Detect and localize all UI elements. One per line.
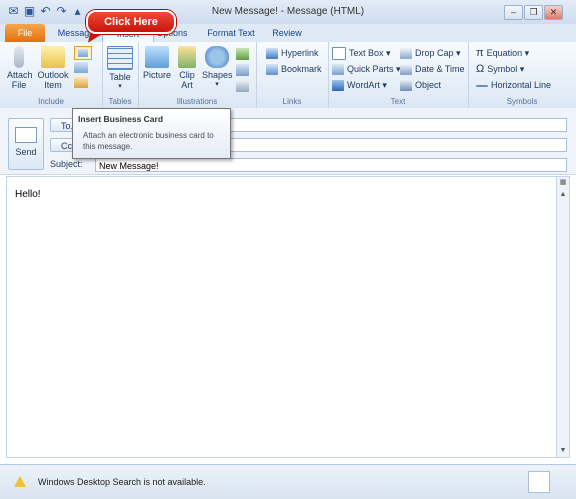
picture-icon xyxy=(145,46,169,68)
tooltip-body: Attach an electronic business card to th… xyxy=(83,131,214,151)
click-here-callout: Click Here xyxy=(86,10,176,34)
business-card-button[interactable] xyxy=(74,46,92,60)
restore-icon[interactable]: ❐ xyxy=(524,5,543,20)
symbol-label: Symbol xyxy=(487,64,518,74)
ruler-icon[interactable]: ▦ xyxy=(557,177,569,189)
paperclip-icon xyxy=(14,46,24,68)
table-label: Table xyxy=(109,72,131,82)
send-label: Send xyxy=(15,147,37,157)
warning-icon xyxy=(14,476,26,487)
shapes-button[interactable]: Shapes ▾ xyxy=(202,46,233,88)
tab-format-text[interactable]: Format Text xyxy=(200,24,262,42)
tooltip-title: Insert Business Card xyxy=(78,114,164,124)
scroll-down-icon[interactable]: ▼ xyxy=(557,445,569,457)
text-box-button[interactable]: Text Box ▾ xyxy=(332,46,391,61)
calendar-icon[interactable] xyxy=(74,62,88,73)
include-group-label: Include xyxy=(38,97,64,106)
table-button[interactable]: Table ▾ xyxy=(105,46,135,90)
symbol-button[interactable]: Ω Symbol ▾ xyxy=(476,62,524,76)
date-time-label: Date & Time xyxy=(415,64,465,74)
text-box-label: Text Box xyxy=(349,48,384,58)
symbols-group-label: Symbols xyxy=(506,97,538,106)
status-text: Windows Desktop Search is not available. xyxy=(38,477,206,487)
bookmark-icon xyxy=(266,64,278,76)
horizontal-line-label: Horizontal Line xyxy=(491,80,552,90)
object-label: Object xyxy=(415,80,442,90)
hyperlink-label: Hyperlink xyxy=(281,48,319,58)
picture-label: Picture xyxy=(142,70,171,80)
quick-parts-button[interactable]: Quick Parts ▾ xyxy=(332,62,401,76)
calendar-clock-icon xyxy=(400,64,412,76)
subject-field[interactable]: New Message! xyxy=(95,158,567,172)
tab-review[interactable]: Review xyxy=(266,24,308,42)
vertical-scrollbar[interactable]: ▦ ▲ ▼ xyxy=(556,176,570,458)
shapes-icon xyxy=(205,46,229,68)
attach-file-button[interactable]: Attach File xyxy=(4,46,34,90)
drop-cap-label: Drop Cap xyxy=(415,48,454,58)
attach-file-label: Attach File xyxy=(7,70,33,90)
wordart-icon xyxy=(332,80,344,92)
group-symbols: π Equation ▾ Ω Symbol ▾ Horizontal Line Sy… xyxy=(468,42,576,108)
group-illustrations: Picture Clip Art Shapes ▾ Illustrations xyxy=(138,42,257,108)
object-icon xyxy=(400,80,412,92)
close-icon[interactable]: ✕ xyxy=(544,5,563,20)
send-envelope-icon xyxy=(15,127,37,143)
links-group-label: Links xyxy=(282,97,302,106)
outlook-item-label: Outlook Item xyxy=(37,70,69,90)
send-button[interactable]: Send xyxy=(8,118,44,170)
globe-link-icon xyxy=(266,48,278,60)
smartart-icon[interactable] xyxy=(236,48,249,60)
group-links: Hyperlink Bookmark Links xyxy=(256,42,329,108)
wordart-label: WordArt xyxy=(347,80,380,90)
drop-cap-icon xyxy=(400,48,412,60)
business-card-icon xyxy=(78,49,88,57)
pi-icon: π xyxy=(476,47,484,59)
text-box-icon xyxy=(332,47,346,61)
tab-file[interactable]: File xyxy=(5,24,45,42)
illustrations-group-label: Illustrations xyxy=(176,97,218,106)
bookmark-label: Bookmark xyxy=(281,64,322,74)
scroll-up-icon[interactable]: ▲ xyxy=(557,189,569,201)
bookmark-button[interactable]: Bookmark xyxy=(266,62,322,76)
group-include: Attach File Outlook Item Include xyxy=(0,42,103,108)
omega-icon: Ω xyxy=(476,63,485,75)
equation-button[interactable]: π Equation ▾ xyxy=(476,46,529,60)
signature-icon[interactable] xyxy=(74,77,88,88)
horizontal-line-icon xyxy=(476,84,488,87)
clip-art-button[interactable]: Clip Art xyxy=(176,46,198,90)
wordart-button[interactable]: WordArt ▾ xyxy=(332,78,387,92)
envelope-icon xyxy=(41,46,65,68)
status-bar: Windows Desktop Search is not available. xyxy=(0,464,576,499)
people-pane-icon[interactable] xyxy=(528,471,550,493)
object-button[interactable]: Object xyxy=(400,78,441,92)
date-time-button[interactable]: Date & Time xyxy=(400,62,465,76)
group-tables: Table ▾ Tables xyxy=(102,42,139,108)
message-body[interactable]: Hello! xyxy=(6,176,557,458)
outlook-item-button[interactable]: Outlook Item xyxy=(36,46,70,90)
chart-icon[interactable] xyxy=(236,64,249,76)
subject-label: Subject: xyxy=(50,159,83,169)
ribbon: Attach File Outlook Item Include Table ▾… xyxy=(0,42,576,109)
text-group-label: Text xyxy=(390,97,406,106)
clip-art-label: Clip Art xyxy=(179,70,195,90)
business-card-tooltip: Insert Business Card Attach an electroni… xyxy=(72,108,231,159)
quick-parts-icon xyxy=(332,64,344,76)
horizontal-line-button[interactable]: Horizontal Line xyxy=(476,78,551,92)
picture-button[interactable]: Picture xyxy=(142,46,172,80)
hyperlink-button[interactable]: Hyperlink xyxy=(266,46,319,60)
tables-group-label: Tables xyxy=(108,97,132,106)
clip-art-icon xyxy=(178,46,196,68)
quick-parts-label: Quick Parts xyxy=(347,64,394,74)
drop-cap-button[interactable]: Drop Cap ▾ xyxy=(400,46,461,60)
group-text: Text Box ▾ Quick Parts ▾ WordArt ▾ Drop … xyxy=(328,42,469,108)
shapes-label: Shapes xyxy=(202,70,233,80)
table-icon xyxy=(107,46,133,70)
message-text: Hello! xyxy=(15,189,41,200)
screenshot-icon[interactable] xyxy=(236,80,249,92)
equation-label: Equation xyxy=(486,48,523,58)
minimize-icon[interactable]: – xyxy=(504,5,523,20)
